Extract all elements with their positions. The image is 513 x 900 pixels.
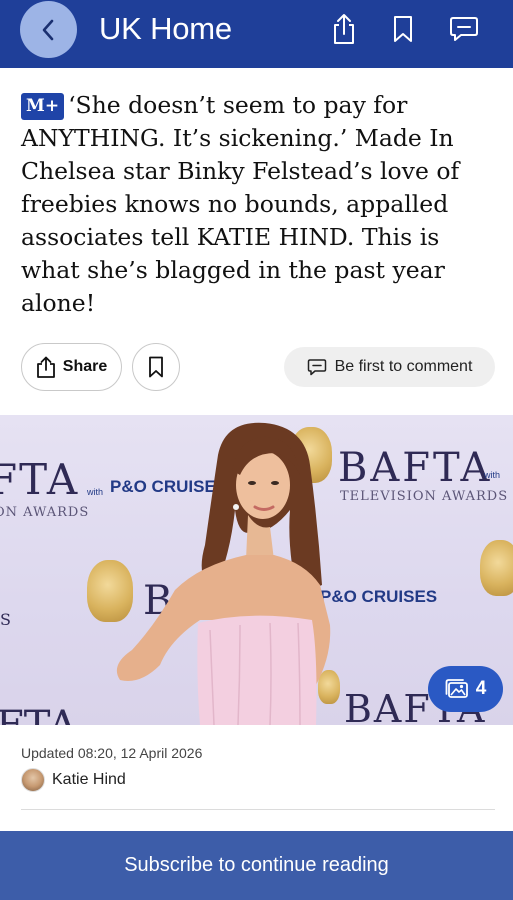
share-icon bbox=[36, 356, 55, 378]
share-label: Share bbox=[62, 358, 108, 375]
hero-image[interactable]: FTA ON AWARDS with P&O CRUISES BAFTA TEL… bbox=[0, 415, 513, 725]
comment-icon bbox=[307, 359, 326, 376]
image-gallery-icon bbox=[445, 679, 468, 698]
subscribe-label: Subscribe to continue reading bbox=[124, 854, 389, 876]
share-top-button[interactable] bbox=[329, 12, 359, 46]
headline-text: ‘She doesn’t seem to pay for ANYTHING. I… bbox=[21, 91, 460, 317]
author-avatar bbox=[21, 768, 45, 792]
divider bbox=[21, 809, 495, 810]
save-button[interactable] bbox=[132, 343, 180, 391]
author-name[interactable]: Katie Hind bbox=[52, 771, 126, 789]
comments-top-button[interactable] bbox=[449, 12, 479, 46]
article-headline: M+ ‘She doesn’t seem to pay for ANYTHING.… bbox=[21, 89, 496, 320]
mail-plus-badge: M+ bbox=[21, 93, 65, 120]
gallery-count: 4 bbox=[475, 678, 487, 699]
share-button[interactable]: Share bbox=[21, 343, 122, 391]
bookmark-icon bbox=[149, 356, 163, 378]
back-button[interactable] bbox=[20, 1, 77, 58]
chevron-left-icon bbox=[42, 19, 53, 40]
bookmark-icon bbox=[394, 16, 412, 42]
subscribe-button[interactable]: Subscribe to continue reading bbox=[0, 831, 513, 900]
top-bar: UK Home bbox=[0, 0, 513, 68]
updated-timestamp: Updated 08:20, 12 April 2026 bbox=[21, 745, 203, 761]
share-icon bbox=[334, 14, 354, 44]
comment-icon bbox=[450, 17, 478, 41]
gallery-button[interactable]: 4 bbox=[428, 666, 503, 712]
author-byline[interactable]: Katie Hind bbox=[21, 768, 126, 792]
bookmark-top-button[interactable] bbox=[388, 12, 418, 46]
page-title: UK Home bbox=[99, 11, 232, 46]
comment-label: Be first to comment bbox=[334, 358, 473, 375]
comment-button[interactable]: Be first to comment bbox=[284, 347, 495, 387]
